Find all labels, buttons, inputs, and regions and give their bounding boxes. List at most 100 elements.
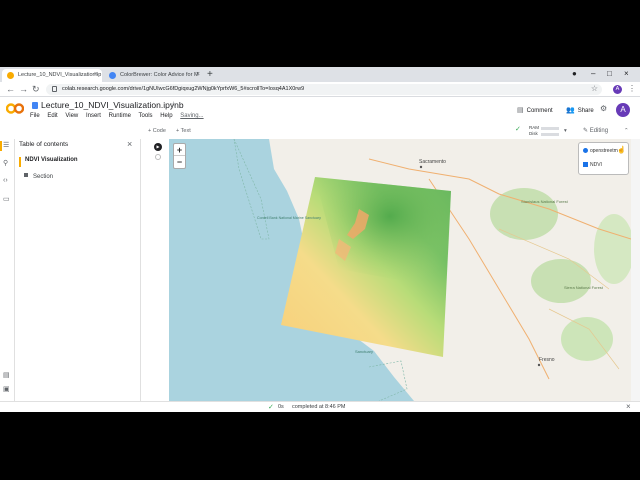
add-text-button[interactable]: + Text	[176, 128, 191, 134]
forest-patch	[490, 188, 558, 240]
colab-logo-icon[interactable]	[6, 102, 24, 115]
active-indicator	[0, 141, 2, 151]
city-marker	[419, 165, 423, 169]
comment-label: Comment	[526, 108, 553, 114]
record-icon: ●	[572, 69, 577, 78]
layer-osm[interactable]: openstreetm	[583, 148, 618, 154]
toc-icon[interactable]: ☰	[3, 141, 9, 149]
maximize-button[interactable]: □	[607, 69, 612, 79]
resource-dropdown-icon[interactable]: ▾	[564, 128, 567, 134]
menu-bar: File Edit View Insert Runtime Tools Help…	[30, 113, 210, 123]
label-cordell: Cordell Bank National Marine Sanctuary	[257, 216, 321, 220]
reload-button[interactable]: ↻	[32, 84, 40, 94]
editing-label: Editing	[589, 128, 609, 134]
browser-tab-colab[interactable]: Lecture_10_NDVI_Visualization.ip ×	[2, 69, 102, 82]
code-snippets-icon[interactable]: ‹›	[3, 177, 8, 184]
new-tab-button[interactable]: +	[207, 69, 213, 80]
menu-tools[interactable]: Tools	[139, 113, 153, 119]
cell-status-icon	[155, 154, 161, 160]
files-folder-icon[interactable]: ▭	[3, 195, 10, 203]
bookmark-star-icon[interactable]: ☆	[591, 84, 598, 93]
command-palette-icon[interactable]: ▣	[3, 385, 10, 393]
zoom-in-button[interactable]: +	[174, 144, 185, 156]
mouse-cursor-icon: ☝	[617, 147, 626, 154]
zoom-out-button[interactable]: −	[174, 156, 185, 168]
vertical-scrollbar[interactable]	[631, 139, 640, 401]
label-sacramento: Sacramento	[419, 159, 446, 165]
menu-runtime[interactable]: Runtime	[109, 113, 131, 119]
share-people-icon: 👥	[566, 107, 575, 114]
share-label: Share	[577, 108, 594, 114]
map-canvas[interactable]: Sacramento Stanislaus National Forest Si…	[169, 139, 631, 401]
share-button[interactable]: 👥 Share	[566, 106, 594, 114]
label-sierra: Sierra National Forest	[564, 285, 604, 290]
forest-patch	[531, 259, 591, 303]
map-output[interactable]: Sacramento Stanislaus National Forest Si…	[169, 139, 631, 401]
editing-mode-button[interactable]: ✎ Editing	[583, 127, 608, 134]
forest-patch	[561, 317, 613, 361]
add-code-button[interactable]: + Code	[148, 128, 166, 134]
menu-view[interactable]: View	[65, 113, 78, 119]
address-bar-row: ← → ↻ colab.research.google.com/drive/1g…	[0, 82, 640, 97]
toc-item-section[interactable]: Section	[24, 173, 53, 180]
layer-checkbox-icon[interactable]	[583, 162, 588, 167]
label-fresno: Fresno	[539, 357, 555, 363]
table-of-contents-panel: Table of contents × NDVI Visualization S…	[15, 139, 141, 401]
toc-close-icon[interactable]: ×	[127, 139, 132, 149]
layer-label: NDVI	[590, 162, 602, 168]
status-close-icon[interactable]: ×	[626, 402, 631, 411]
status-check-icon: ✓	[268, 404, 274, 411]
collapse-chevron-icon[interactable]: ⌃	[624, 128, 629, 134]
comment-icon: ▤	[517, 107, 524, 114]
pencil-icon: ✎	[583, 128, 589, 134]
disk-bar	[541, 133, 559, 136]
drive-doc-icon	[32, 102, 38, 109]
execution-time: 0s	[278, 404, 284, 410]
layer-label: openstreetm	[590, 148, 618, 154]
comment-button[interactable]: ▤ Comment	[517, 106, 553, 114]
label-stanislaus: Stanislaus National Forest	[521, 199, 569, 204]
tab-close-icon[interactable]: ×	[196, 71, 200, 78]
screen: Lecture_10_NDVI_Visualization.ip × Color…	[0, 67, 640, 412]
zoom-control: + −	[173, 143, 186, 169]
search-icon[interactable]: ⚲	[3, 159, 8, 167]
browser-tab-colorbrewer[interactable]: ColorBrewer: Color Advice for M ×	[104, 69, 204, 82]
menu-insert[interactable]: Insert	[86, 113, 101, 119]
user-avatar[interactable]: A	[616, 103, 630, 117]
menu-help[interactable]: Help	[160, 113, 172, 119]
browser-menu-icon[interactable]: ⋮	[628, 84, 636, 93]
disk-label: Disk	[529, 131, 538, 136]
back-button[interactable]: ←	[6, 84, 15, 94]
url-text: colab.research.google.com/drive/1gNUIwcG…	[62, 86, 305, 92]
status-bar: ✓ 0s completed at 8:46 PM ×	[0, 401, 640, 412]
cell-gutter: ▶	[141, 139, 169, 401]
layer-radio-icon[interactable]	[583, 148, 588, 153]
url-input[interactable]: colab.research.google.com/drive/1gNUIwcG…	[46, 84, 602, 95]
run-cell-button[interactable]: ▶	[154, 143, 162, 151]
tab-label: Lecture_10_NDVI_Visualization.ip	[18, 72, 102, 78]
toc-item-label: Section	[33, 174, 54, 180]
terminal-icon[interactable]: ▤	[3, 371, 10, 379]
browser-tab-strip: Lecture_10_NDVI_Visualization.ip × Color…	[0, 67, 640, 82]
execution-status: completed at 8:46 PM	[292, 404, 346, 410]
lock-icon	[52, 86, 57, 92]
close-window-button[interactable]: ×	[624, 69, 629, 79]
menu-file[interactable]: File	[30, 113, 40, 119]
colorbrewer-favicon-icon	[109, 72, 116, 79]
city-marker	[537, 363, 541, 367]
layer-ndvi[interactable]: NDVI	[583, 162, 602, 168]
section-bullet-icon	[24, 173, 28, 177]
settings-gear-icon[interactable]: ⚙	[600, 104, 607, 113]
notebook-title[interactable]: Lecture_10_NDVI_Visualization.ipynb	[41, 100, 184, 110]
toc-item-ndvi-visualization[interactable]: NDVI Visualization	[19, 157, 78, 167]
profile-avatar[interactable]: A	[613, 85, 622, 94]
tab-close-icon[interactable]: ×	[94, 71, 98, 78]
colab-header: Lecture_10_NDVI_Visualization.ipynb ☆ Fi…	[0, 97, 640, 125]
ram-bar	[541, 127, 559, 130]
menu-edit[interactable]: Edit	[47, 113, 57, 119]
left-icon-strip: ☰ ⚲ ‹› ▭ ▤ ▣	[0, 139, 15, 401]
forward-button[interactable]: →	[19, 84, 28, 94]
minimize-button[interactable]: –	[591, 69, 595, 79]
star-notebook-icon[interactable]: ☆	[170, 100, 177, 109]
connected-check-icon: ✓	[515, 126, 521, 133]
